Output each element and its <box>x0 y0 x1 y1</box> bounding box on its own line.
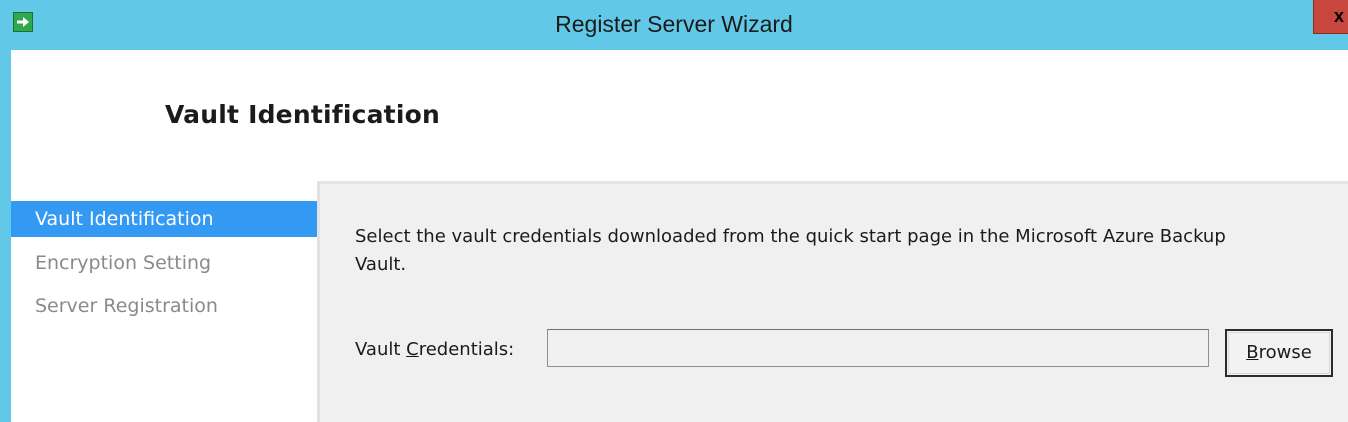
wizard-window: Register Server Wizard x Vault Identific… <box>0 0 1348 422</box>
label-accelerator: C <box>406 339 419 360</box>
title-bar[interactable]: Register Server Wizard x <box>0 0 1348 50</box>
vault-credentials-label: Vault Credentials: <box>355 339 514 360</box>
instructions-text: Select the vault credentials downloaded … <box>355 226 1226 275</box>
wizard-client-area: Vault Identification Vault Identificatio… <box>11 50 1348 422</box>
wizard-content-panel: Select the vault credentials downloaded … <box>320 181 1348 422</box>
step-encryption-setting[interactable]: Encryption Setting <box>11 245 317 281</box>
label-prefix: Vault <box>355 339 407 360</box>
content-top-divider <box>320 181 1348 184</box>
step-server-registration[interactable]: Server Registration <box>11 288 317 324</box>
browse-button-focus-frame <box>1228 332 1330 374</box>
page-title: Vault Identification <box>165 100 440 129</box>
window-title: Register Server Wizard <box>555 11 793 37</box>
vault-credentials-input[interactable] <box>547 329 1209 367</box>
wizard-header: Vault Identification <box>11 50 1348 181</box>
label-suffix: redentials: <box>418 339 515 360</box>
close-button[interactable]: x <box>1313 0 1348 34</box>
browse-button[interactable]: Browse <box>1225 329 1333 377</box>
step-vault-identification[interactable]: Vault Identification <box>11 201 317 237</box>
wizard-steps-sidebar: Vault Identification Encryption Setting … <box>11 181 317 422</box>
